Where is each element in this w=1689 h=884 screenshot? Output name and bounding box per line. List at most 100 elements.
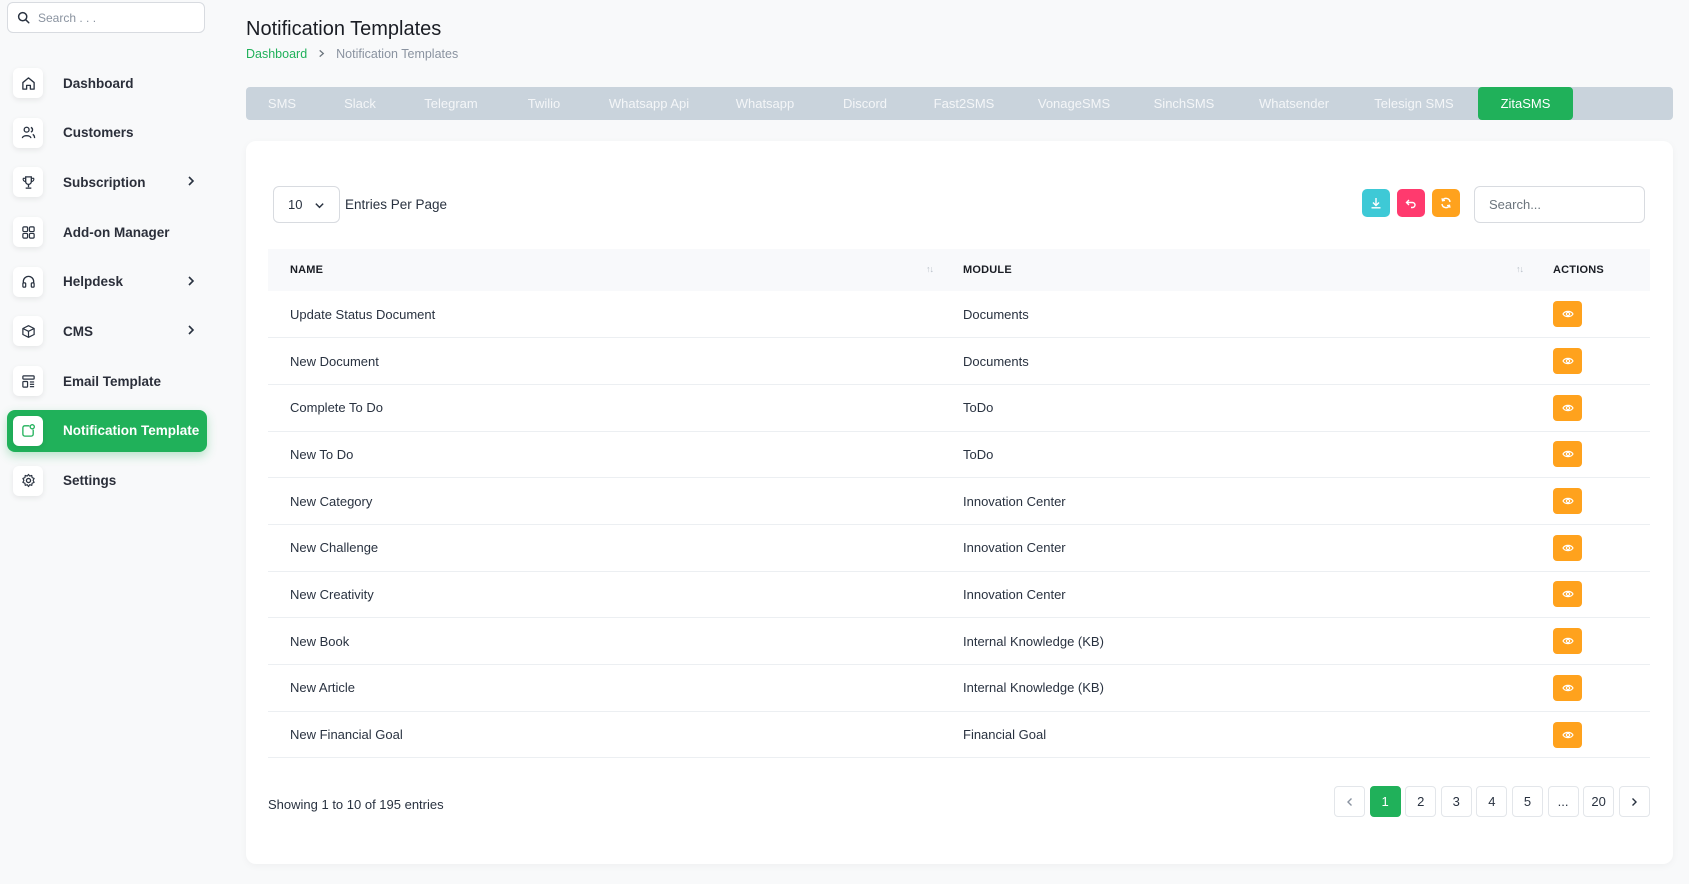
table-row: New Article Internal Knowledge (KB) [268,664,1650,712]
entries-per-page-label: Entries Per Page [345,197,448,212]
showing-entries-text: Showing 1 to 10 of 195 entries [268,797,444,812]
cell-actions [1531,337,1650,385]
view-button[interactable] [1553,488,1582,515]
sidebar-nav: Dashboard Customers Subscription Add-on Man… [7,62,207,509]
sidebar-item-add-on-manager[interactable]: Add-on Manager [7,211,207,253]
sidebar-item-label: Notification Template [63,423,200,439]
tab-whatsapp[interactable]: Whatsapp [710,87,820,120]
eye-icon [1561,497,1574,505]
pagination-page-button[interactable]: 20 [1583,786,1615,817]
view-button[interactable] [1553,441,1582,468]
templates-table: NAME ↑↓ MODULE ↑↓ ACTIONS Update Status … [268,249,1650,759]
pagination-prev-button[interactable] [1334,786,1365,817]
export-button[interactable] [1362,189,1390,217]
chevron-left-icon [1346,797,1352,806]
sidebar-item-label: Add-on Manager [63,224,170,240]
entries-per-page-select[interactable]: 10 [273,186,340,223]
column-header-actions: ACTIONS [1531,249,1650,291]
view-button[interactable] [1553,581,1582,608]
eye-icon [1561,684,1574,692]
sidebar-item-dashboard[interactable]: Dashboard [7,62,207,104]
view-button[interactable] [1553,628,1582,655]
cell-module: Innovation Center [941,571,1531,619]
pagination-page-button[interactable]: 2 [1405,786,1437,817]
cell-actions [1531,664,1650,712]
view-button[interactable] [1553,348,1582,375]
sidebar-item-email-template[interactable]: Email Template [7,360,207,402]
search-icon [17,11,30,24]
apps-icon [13,217,43,248]
pagination-page-button[interactable]: 1 [1369,786,1401,817]
eye-icon [1561,731,1574,738]
sidebar-item-label: Helpdesk [63,274,124,290]
tab-fast2sms[interactable]: Fast2SMS [910,87,1018,120]
view-button[interactable] [1553,674,1582,701]
column-header-name-label: NAME [290,264,324,276]
tab-vonagesms[interactable]: VonageSMS [1018,87,1130,120]
cell-module: ToDo [941,384,1531,432]
tab-sinchsms[interactable]: SinchSMS [1130,87,1238,120]
view-button[interactable] [1553,301,1582,328]
tab-whatsapp-api[interactable]: Whatsapp Api [588,87,710,120]
eye-icon [1561,544,1574,552]
sort-icon: ↑↓ [1516,264,1524,274]
sidebar-search-input[interactable]: Search . . . [7,2,205,33]
column-header-name[interactable]: NAME ↑↓ [268,249,941,291]
pagination-page-button[interactable]: 4 [1476,786,1508,817]
eye-icon [1561,404,1574,411]
view-button[interactable] [1553,721,1582,748]
cell-module: Internal Knowledge (KB) [941,617,1531,665]
cell-module: Financial Goal [941,711,1531,759]
cell-name: New Creativity [268,571,941,619]
tab-slack[interactable]: Slack [318,87,402,120]
sidebar-item-label: Customers [63,125,134,141]
eye-icon [1561,310,1574,318]
sidebar-item-notification-template[interactable]: Notification Template [7,409,207,452]
cell-name: New Financial Goal [268,711,941,759]
pagination-page-button[interactable]: 5 [1511,786,1543,817]
table-header-row: NAME ↑↓ MODULE ↑↓ ACTIONS [268,249,1650,291]
view-button[interactable] [1553,534,1582,561]
breadcrumb: Dashboard Notification Templates [246,47,458,61]
provider-tabs: SMS Slack Telegram Twilio Whatsapp Api Whatsa… [246,87,1673,120]
pagination-next-button[interactable] [1618,786,1650,817]
users-icon [13,117,43,148]
sidebar-item-subscription[interactable]: Subscription [7,161,207,203]
pagination-page-button[interactable]: 3 [1440,786,1472,817]
tab-telegram[interactable]: Telegram [402,87,500,120]
tab-telesign-sms[interactable]: Telesign SMS [1350,87,1478,120]
headphones-icon [13,266,43,297]
reload-button[interactable] [1432,189,1460,217]
cell-name: New Article [268,664,941,712]
table-search-input[interactable] [1474,186,1645,223]
cell-name: New Challenge [268,524,941,572]
view-button[interactable] [1553,394,1582,421]
cell-actions [1531,291,1650,339]
eye-icon [1561,357,1574,365]
chevron-down-icon [315,203,324,209]
tab-whatsender[interactable]: Whatsender [1238,87,1350,120]
sidebar-item-settings[interactable]: Settings [7,460,207,502]
table-row: New Category Innovation Center [268,477,1650,525]
tab-sms[interactable]: SMS [246,87,318,120]
sidebar-item-label: Settings [63,473,117,488]
home-icon [13,68,43,98]
sidebar-item-cms[interactable]: CMS [7,310,207,352]
sort-icon: ↑↓ [926,264,934,274]
tab-twilio[interactable]: Twilio [500,87,588,120]
column-header-module[interactable]: MODULE ↑↓ [941,249,1531,291]
tab-zitasms[interactable]: ZitaSMS [1478,87,1573,120]
breadcrumb-home-link[interactable]: Dashboard [246,47,307,61]
templates-card: 10 Entries Per Page NAME ↑↓ MODULE ↑↓ [246,141,1673,864]
table-row: Complete To Do ToDo [268,384,1650,432]
entries-per-page: 10 Entries Per Page [273,186,447,223]
eye-icon [1561,637,1574,645]
gear-icon [13,465,43,496]
sidebar-item-helpdesk[interactable]: Helpdesk [7,261,207,303]
sidebar-item-customers[interactable]: Customers [7,112,207,154]
cell-module: Innovation Center [941,524,1531,572]
column-header-module-label: MODULE [963,264,1012,276]
table-row: Update Status Document Documents [268,291,1650,339]
reset-button[interactable] [1397,189,1425,217]
tab-discord[interactable]: Discord [820,87,910,120]
